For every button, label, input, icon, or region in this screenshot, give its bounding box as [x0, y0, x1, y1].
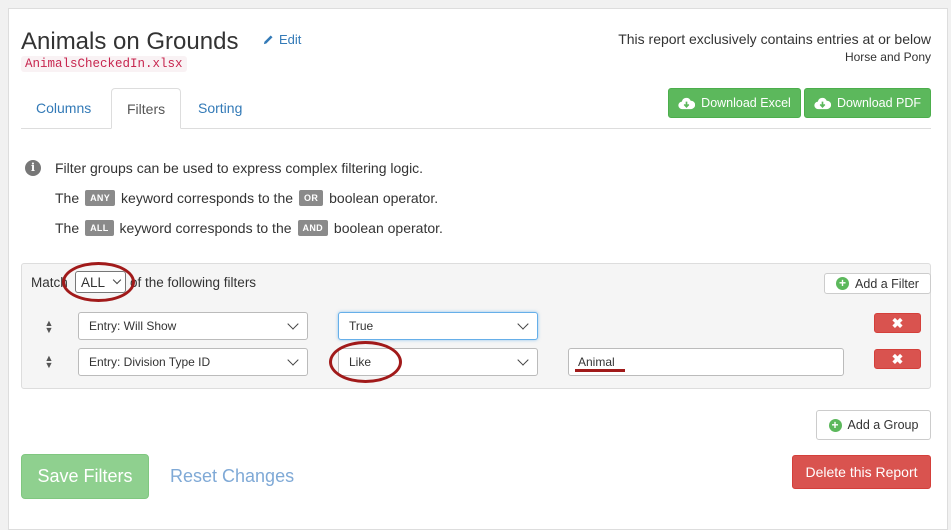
filter-operator-value: Like [349, 355, 372, 369]
tab-columns[interactable]: Columns [21, 88, 106, 128]
info-text: keyword corresponds to the [119, 220, 292, 236]
info-text: keyword corresponds to the [121, 190, 294, 206]
add-group-button[interactable]: + Add a Group [816, 410, 931, 440]
filter-operator-select[interactable]: Like [338, 348, 538, 376]
edit-label: Edit [279, 32, 302, 47]
filter-field-select[interactable]: Entry: Will Show [78, 312, 308, 340]
or-operator-badge: OR [299, 190, 324, 206]
filter-value-input[interactable]: Animal [568, 348, 844, 376]
any-keyword-badge: ANY [85, 190, 116, 206]
remove-filter-button[interactable]: ✖ [874, 313, 921, 333]
match-mode-select[interactable]: ALL [75, 271, 126, 293]
page-title: Animals on Grounds [21, 28, 239, 55]
add-filter-label: Add a Filter [855, 276, 919, 291]
filter-field-value: Entry: Will Show [89, 319, 177, 333]
info-text: Filter groups can be used to express com… [55, 160, 424, 176]
info-text: The [55, 220, 80, 236]
filter-field-value: Entry: Division Type ID [89, 355, 211, 369]
chevron-down-icon [517, 318, 529, 330]
and-operator-badge: AND [297, 220, 328, 236]
filter-operator-value: True [349, 319, 374, 333]
remove-filter-button[interactable]: ✖ [874, 349, 921, 369]
info-text: The [55, 190, 80, 206]
save-filters-button[interactable]: Save Filters [21, 454, 149, 499]
plus-icon: + [828, 418, 842, 432]
drag-handle-icon[interactable]: ▲ ▼ [44, 319, 54, 335]
plus-icon: + [836, 277, 850, 290]
save-filters-label: Save Filters [37, 466, 133, 486]
info-line-3: The ALL keyword corresponds to the AND b… [55, 220, 443, 236]
download-excel-label: Download Excel [701, 96, 791, 110]
delete-report-label: Delete this Report [805, 464, 918, 480]
download-pdf-label: Download PDF [836, 96, 922, 110]
cloud-download-icon [678, 97, 696, 109]
delete-report-button[interactable]: Delete this Report [792, 455, 931, 489]
tab-sorting[interactable]: Sorting [183, 88, 257, 128]
close-icon: ✖ [891, 314, 904, 331]
tab-filters[interactable]: Filters [111, 88, 181, 129]
chevron-down-icon [287, 354, 299, 366]
add-filter-button[interactable]: + Add a Filter [824, 273, 931, 294]
info-text: boolean operator. [329, 190, 439, 206]
download-excel-button[interactable]: Download Excel [668, 88, 801, 118]
restriction-scope: Horse and Pony [844, 50, 931, 64]
filter-value-text: Animal [578, 355, 615, 369]
drag-handle-icon[interactable]: ▲ ▼ [44, 354, 54, 370]
all-keyword-badge: ALL [85, 220, 114, 236]
filter-field-select[interactable]: Entry: Division Type ID [78, 348, 308, 376]
info-text: boolean operator. [333, 220, 443, 236]
cloud-download-icon [814, 97, 831, 109]
match-mode-value: ALL [81, 274, 106, 290]
filter-operator-select[interactable]: True [338, 312, 538, 340]
download-pdf-button[interactable]: Download PDF [804, 88, 931, 118]
info-icon: i [25, 160, 41, 176]
add-group-label: Add a Group [847, 418, 919, 432]
chevron-down-icon [287, 318, 299, 330]
info-line-2: The ANY keyword corresponds to the OR bo… [55, 190, 438, 206]
chevron-down-icon [517, 354, 529, 366]
pencil-icon [263, 35, 273, 45]
info-line-1: Filter groups can be used to express com… [55, 160, 423, 176]
match-prefix: Match [31, 275, 68, 290]
reset-changes-link[interactable]: Reset Changes [170, 466, 294, 487]
close-icon: ✖ [891, 350, 904, 367]
match-suffix: of the following filters [130, 275, 257, 290]
report-filename: AnimalsCheckedIn.xlsx [21, 56, 187, 72]
edit-link[interactable]: Edit [263, 32, 301, 47]
restriction-note: This report exclusively contains entries… [618, 31, 931, 47]
chevron-down-icon [112, 275, 122, 285]
